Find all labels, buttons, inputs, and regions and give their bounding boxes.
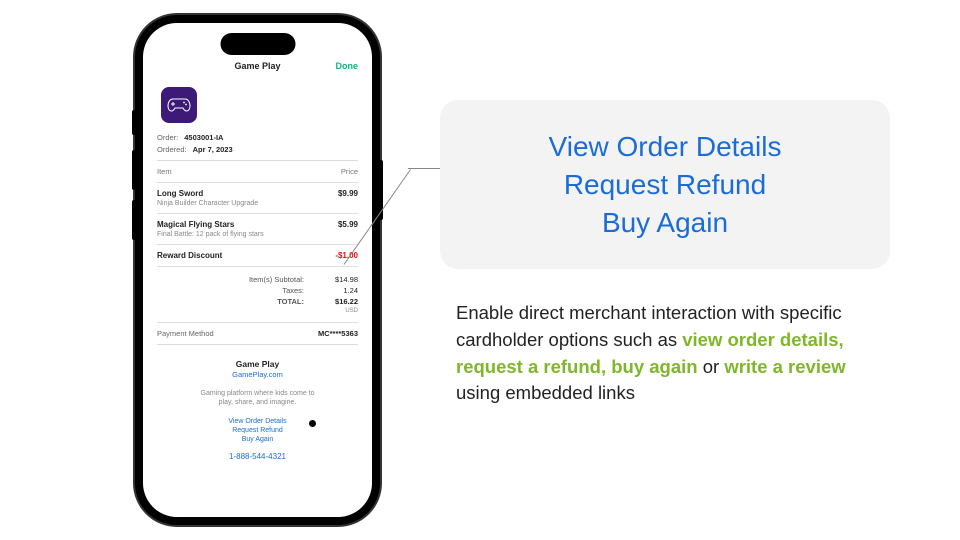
phone-volume-down (132, 200, 135, 240)
nav-title: Game Play (234, 61, 280, 71)
item-header-label: Item (157, 167, 172, 176)
merchant-url-link[interactable]: GamePlay.com (157, 370, 358, 379)
divider (157, 244, 358, 245)
desc-highlight: write a review (724, 356, 845, 377)
merchant-app-icon (161, 87, 197, 123)
order-date-row: Ordered: Apr 7, 2023 (157, 145, 358, 154)
line-item: Long Sword $9.99 Ninja Builder Character… (157, 189, 358, 207)
divider (157, 322, 358, 323)
order-number-row: Order: 4503001-IA (157, 133, 358, 142)
phone-mute-switch (132, 110, 135, 135)
merchant-phone-link[interactable]: 1-888-544-4321 (157, 452, 358, 461)
desc-text: or (698, 356, 725, 377)
subtotal-value: $14.98 (324, 275, 358, 284)
item-price: $9.99 (338, 189, 358, 198)
phone-volume-up (132, 150, 135, 190)
totals-block: Item(s) Subtotal: $14.98 Taxes: 1.24 TOT… (157, 275, 358, 314)
currency-label: USD (157, 308, 358, 314)
item-desc: Ninja Builder Character Upgrade (157, 200, 358, 207)
desc-text: using embedded links (456, 382, 635, 403)
callout-line-3: Buy Again (466, 204, 864, 242)
item-price: $5.99 (338, 220, 358, 229)
link-request-refund[interactable]: Request Refund (157, 426, 358, 435)
total-value: $16.22 (324, 297, 358, 306)
callout-line-2: Request Refund (466, 166, 864, 204)
line-item: Magical Flying Stars $5.99 Final Battle:… (157, 220, 358, 238)
divider (157, 160, 358, 161)
divider (157, 266, 358, 267)
order-label: Order: (157, 133, 178, 142)
payment-value: MC****5363 (318, 329, 358, 338)
callout-line-1: View Order Details (466, 128, 864, 166)
discount-label: Reward Discount (157, 251, 222, 260)
nav-bar: Game Play Done (157, 59, 358, 81)
payment-method-row: Payment Method MC****5363 (157, 329, 358, 338)
subtotal-label: Item(s) Subtotal: (249, 275, 304, 284)
phone-screen: Game Play Done Order: 4503001-IA Ordered… (143, 23, 372, 517)
receipt-view: Game Play Done Order: 4503001-IA Ordered… (143, 23, 372, 461)
merchant-name: Game Play (157, 359, 358, 369)
merchant-info-block: Game Play GamePlay.com Gaming platform w… (157, 359, 358, 461)
done-button[interactable]: Done (336, 61, 359, 71)
gamepad-icon (167, 97, 191, 113)
total-label: TOTAL: (277, 297, 304, 306)
divider (157, 213, 358, 214)
merchant-tagline: Gaming platform where kids come to play,… (157, 389, 358, 407)
feature-description: Enable direct merchant interaction with … (456, 300, 886, 407)
item-header-row: Item Price (157, 167, 358, 176)
taxes-label: Taxes: (282, 286, 304, 295)
order-date-label: Ordered: (157, 145, 187, 154)
feature-callout-box: View Order Details Request Refund Buy Ag… (440, 100, 890, 269)
phone-mockup-frame: Game Play Done Order: 4503001-IA Ordered… (135, 15, 380, 525)
order-date: Apr 7, 2023 (193, 145, 233, 154)
dynamic-island (220, 33, 295, 55)
item-name: Long Sword (157, 189, 203, 198)
item-name: Magical Flying Stars (157, 220, 234, 229)
item-desc: Final Battle: 12 pack of flying stars (157, 231, 358, 238)
link-buy-again[interactable]: Buy Again (157, 435, 358, 444)
discount-row: Reward Discount -$1.00 (157, 251, 358, 260)
divider (157, 344, 358, 345)
link-view-order-details[interactable]: View Order Details (157, 417, 358, 426)
merchant-links-block: View Order Details Request Refund Buy Ag… (157, 417, 358, 444)
divider (157, 182, 358, 183)
payment-label: Payment Method (157, 329, 214, 338)
order-number: 4503001-IA (184, 133, 223, 142)
taxes-value: 1.24 (324, 286, 358, 295)
price-header-label: Price (341, 167, 358, 176)
